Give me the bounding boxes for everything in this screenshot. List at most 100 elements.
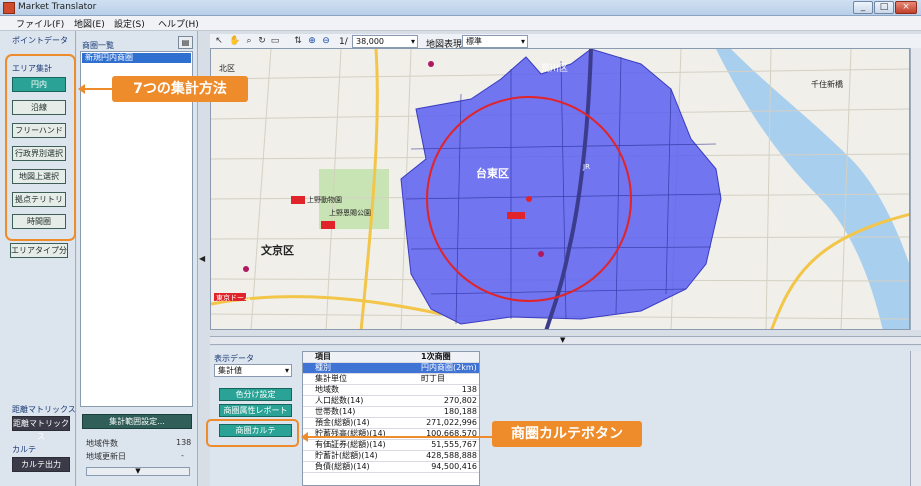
method-map-select-button[interactable]: 地図上選択	[12, 169, 66, 184]
scale-prefix: 1/	[339, 37, 348, 47]
karte-label: カルテ	[12, 445, 36, 454]
splitter-bar[interactable]: ▼	[210, 336, 921, 345]
menu-map[interactable]: 地図(E)	[74, 17, 105, 30]
table-header: 項目 1次商圏	[303, 352, 479, 363]
display-data-label: 表示データ	[214, 354, 254, 363]
circle-center-marker[interactable]	[526, 196, 532, 202]
scale-value: 38,000	[356, 37, 384, 46]
refresh-icon[interactable]: ↻	[257, 36, 267, 47]
print-map-icon[interactable]: ▭	[270, 36, 280, 47]
table-row[interactable]: 貯蓄計(総額)(14) 428,588,888	[303, 451, 479, 462]
method-time-area-button[interactable]: 時間圏	[12, 214, 66, 229]
map-label-tokyo-dome: 東京ドーム	[216, 293, 251, 302]
zoom-out-icon[interactable]: ⊖	[321, 36, 331, 47]
row-label: 貯蓄計(総額)(14)	[315, 451, 378, 460]
map-view[interactable]: 文京区 台東区 上野動物園 上野恩賜公園 荒川区 東京ドーム JR 千住新橋 北…	[210, 48, 910, 330]
table-row[interactable]: 人口総数(14) 270,802	[303, 396, 479, 407]
map-canvas: 文京区 台東区 上野動物園 上野恩賜公園 荒川区 東京ドーム JR 千住新橋 北…	[211, 49, 909, 329]
callout-arrow-line	[82, 88, 112, 90]
data-table[interactable]: 項目 1次商圏 種別 円内商圏(2km) 集計単位 町丁目 地域数 138 人口総数(…	[302, 351, 480, 486]
trade-area-karte-button[interactable]: 商圏カルテ	[219, 424, 292, 437]
map-label-zoo: 上野動物園	[307, 195, 342, 204]
point-data-label[interactable]: ポイントデータ	[12, 35, 68, 46]
callout-arrow-line	[307, 436, 492, 438]
list-item-selected[interactable]: 新規円内商圏	[82, 53, 191, 63]
chevron-down-icon: ▾	[520, 37, 525, 46]
karte-output-button[interactable]: カルテ出力	[12, 457, 70, 472]
map-label-jr: JR	[582, 163, 590, 171]
map-label-bunkyo: 文京区	[261, 243, 294, 257]
collapse-left-icon[interactable]: ◀	[199, 252, 207, 266]
app-icon	[3, 2, 15, 14]
trade-area-report-button[interactable]: 商圏属性レポート	[219, 404, 292, 417]
zoom-area-icon[interactable]: ⌕	[244, 36, 254, 47]
table-row[interactable]: 世帯数(14) 180,188	[303, 407, 479, 418]
row-value: 町丁目	[421, 374, 445, 383]
map-label-kita: 北区	[219, 64, 235, 73]
row-label: 種別	[315, 363, 331, 372]
stat-label-count: 地域件数	[86, 439, 118, 448]
zoom-in-icon[interactable]: ⊕	[307, 36, 317, 47]
row-value: 428,588,888	[426, 451, 477, 460]
row-value: 138	[461, 385, 477, 394]
table-row[interactable]: 貯蓄残高(総額)(14) 100,668,570	[303, 429, 479, 440]
menu-file[interactable]: ファイル(F)	[16, 17, 64, 30]
method-circle-button[interactable]: 円内	[12, 77, 66, 92]
row-value: 94,500,416	[431, 462, 477, 471]
table-row[interactable]: 預金(総額)(14) 271,022,996	[303, 418, 479, 429]
trade-area-list[interactable]	[80, 51, 193, 407]
table-row[interactable]: 負債(総額)(14) 94,500,416	[303, 462, 479, 473]
menu-help[interactable]: ヘルプ(H)	[158, 17, 199, 30]
expand-chevron-icon[interactable]: ▼	[86, 467, 190, 476]
scale-select[interactable]: 38,000 ▾	[352, 35, 418, 48]
table-row[interactable]: 種別 円内商圏(2km)	[303, 363, 479, 374]
display-data-value: 集計値	[218, 366, 242, 375]
splitter-down-icon[interactable]: ▼	[560, 336, 565, 344]
color-settings-button[interactable]: 色分け設定	[219, 388, 292, 401]
row-label: 預金(総額)(14)	[315, 418, 370, 427]
distance-matrix-label: 距離マトリックス	[12, 405, 76, 414]
method-freehand-button[interactable]: フリーハンド	[12, 123, 66, 138]
map-display-select[interactable]: 標準 ▾	[462, 35, 528, 48]
title-bar: Market Translator _ □ ×	[0, 0, 921, 16]
column-header-item: 項目	[315, 352, 331, 361]
row-value: 円内商圏(2km)	[421, 363, 477, 372]
row-label: 世帯数(14)	[315, 407, 356, 416]
table-row[interactable]: 有価証券(総額)(14) 51,555,767	[303, 440, 479, 451]
maximize-button[interactable]: □	[874, 1, 894, 14]
table-vertical-scrollbar[interactable]	[910, 351, 921, 486]
row-label: 負債(総額)(14)	[315, 462, 370, 471]
stat-value-count: 138	[176, 438, 192, 447]
chevron-down-icon: ▾	[284, 366, 289, 375]
column-header-primary: 1次商圏	[421, 352, 451, 361]
print-icon[interactable]: ▤	[178, 36, 193, 49]
method-admin-boundary-button[interactable]: 行政界別選択	[12, 146, 66, 161]
map-vertical-scrollbar[interactable]	[910, 48, 921, 330]
method-railway-button[interactable]: 沿線	[12, 100, 66, 115]
row-value: 51,555,767	[431, 440, 477, 449]
close-button[interactable]: ×	[895, 1, 917, 14]
hand-icon[interactable]: ✋	[229, 36, 240, 47]
measure-icon[interactable]: ⇅	[293, 36, 303, 47]
chevron-down-icon: ▾	[410, 37, 415, 46]
callout-arrow-icon	[78, 84, 85, 94]
table-row[interactable]: 集計単位 町丁目	[303, 374, 479, 385]
distance-matrix-button[interactable]: 距離マトリックス	[12, 416, 70, 441]
table-row[interactable]: 地域数 138	[303, 385, 479, 396]
pointer-icon[interactable]: ↖	[214, 36, 224, 47]
menu-settings[interactable]: 設定(S)	[114, 17, 145, 30]
trade-area-list-title: 商圏一覧	[82, 41, 114, 50]
stat-value-updated: -	[181, 451, 184, 460]
map-label-arakawa: 荒川区	[541, 63, 568, 74]
method-territory-button[interactable]: 拠点テリトリ	[12, 192, 66, 207]
map-label-park: 上野恩賜公園	[329, 208, 371, 217]
row-label: 地域数	[315, 385, 339, 394]
row-value: 271,022,996	[426, 418, 477, 427]
minimize-button[interactable]: _	[853, 1, 873, 14]
area-type-analysis-button[interactable]: エリアタイプ分析	[10, 243, 68, 258]
map-label-taito: 台東区	[476, 166, 509, 180]
window-title: Market Translator	[18, 2, 97, 12]
display-data-select[interactable]: 集計値 ▾	[214, 364, 292, 377]
aggregation-range-settings-button[interactable]: 集計範囲設定...	[82, 414, 192, 429]
stat-label-updated: 地域更新日	[86, 452, 126, 461]
